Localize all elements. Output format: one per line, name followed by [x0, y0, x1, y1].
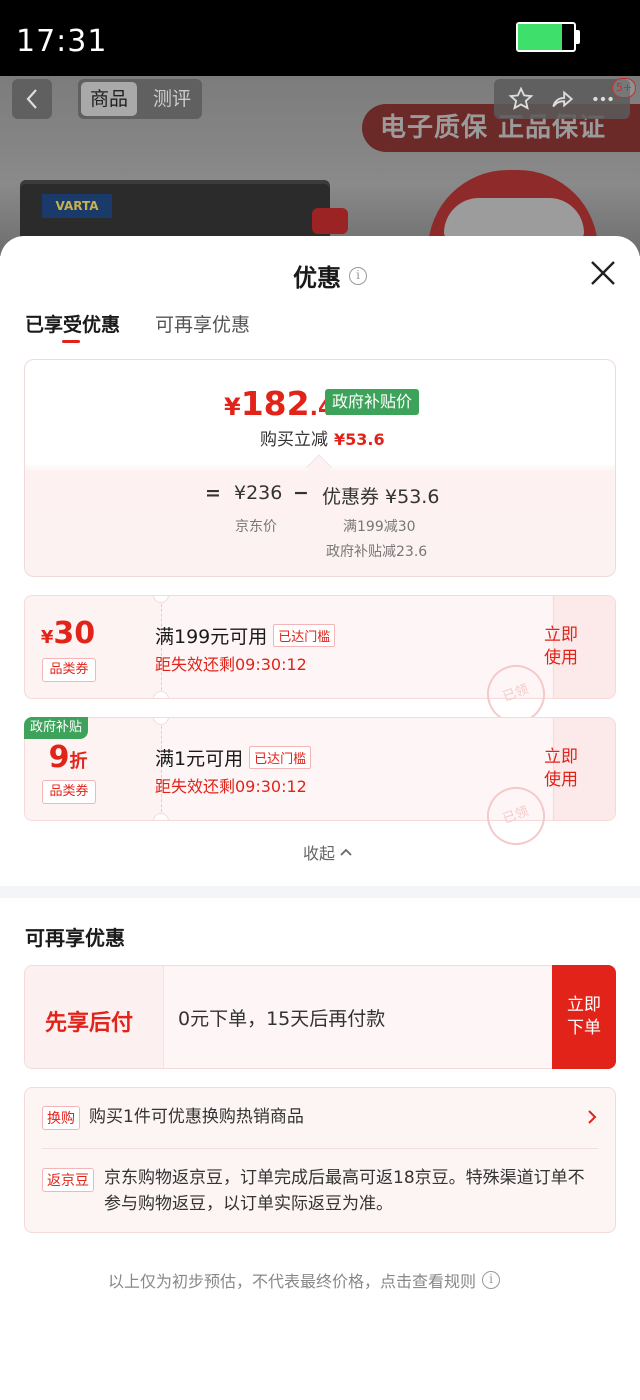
coupon-condition: 满199元可用 已达门槛: [155, 622, 336, 649]
back-button[interactable]: [12, 79, 52, 119]
tab-enjoyed[interactable]: 已享受优惠: [25, 310, 120, 337]
section-divider: [0, 886, 640, 898]
chevron-right-icon[interactable]: [586, 1107, 598, 1127]
top-actions: [494, 79, 630, 119]
swap-text[interactable]: 购买1件可优惠换购热销商品: [89, 1104, 304, 1130]
collapse-button[interactable]: 收起: [303, 840, 353, 864]
coupon-type: 品类券: [42, 658, 96, 682]
info-icon[interactable]: i: [349, 266, 367, 285]
instant-save-line: 购买立减 ¥53.6: [260, 430, 385, 450]
star-icon[interactable]: [508, 86, 534, 112]
equals-sign: =: [205, 482, 221, 504]
coupon-total: 优惠券 ¥53.6: [322, 486, 440, 508]
swap-tag: 换购: [42, 1106, 80, 1130]
tab-more-discounts[interactable]: 可再享优惠: [155, 310, 250, 337]
sheet-title: 优惠: [293, 264, 341, 292]
battery-terminal: [312, 208, 348, 234]
share-icon[interactable]: [549, 86, 575, 112]
order-now-button[interactable]: 立即下单: [552, 965, 616, 1069]
gov-subsidy-price-tag: 政府补贴价: [325, 389, 420, 415]
chevron-up-icon: [340, 848, 352, 856]
coupon-expire: 距失效还剩09:30:12: [155, 655, 307, 674]
paylater-desc: 0元下单，15天后再付款: [178, 1008, 386, 1030]
tab-underline: [62, 340, 80, 343]
use-now-button[interactable]: 立即使用: [543, 746, 579, 792]
tab-review[interactable]: 测评: [144, 82, 200, 116]
tab-goods[interactable]: 商品: [81, 82, 137, 116]
coupon-type: 品类券: [42, 780, 96, 804]
coupon-value: ¥30: [40, 616, 96, 651]
battery-tip: [576, 30, 580, 44]
battery-level: [518, 24, 562, 50]
section-title-more: 可再享优惠: [25, 926, 125, 950]
product-brand-label: VARTA: [42, 194, 112, 218]
coupon-detail-1: 满199减30: [343, 519, 416, 535]
card-separator: [42, 1148, 598, 1149]
footer-rules-link[interactable]: 以上仅为初步预估，不代表最终价格，点击查看规则 i: [108, 1268, 501, 1292]
use-now-button[interactable]: 立即使用: [543, 624, 579, 670]
status-time: 17:31: [16, 24, 108, 59]
coupon-detail-2: 政府补贴减23.6: [326, 544, 428, 560]
coupon-condition: 满1元可用 已达门槛: [155, 744, 312, 771]
coupon-expire: 距失效还剩09:30:12: [155, 777, 307, 796]
threshold-badge: 已达门槛: [249, 746, 312, 769]
chevron-left-icon: [26, 89, 37, 109]
threshold-badge: 已达门槛: [273, 624, 336, 647]
sheet-header: 优惠 i: [293, 258, 367, 293]
coupon-value: 9折: [48, 740, 88, 775]
close-icon[interactable]: [588, 258, 618, 288]
info-icon: i: [482, 1271, 501, 1289]
beans-text: 京东购物返京豆，订单完成后最高可返18京豆。特殊渠道订单不参与购物返豆，以订单实…: [104, 1168, 585, 1214]
paylater-title: 先享后付: [45, 1011, 134, 1036]
jd-price-label: 京东价: [235, 519, 277, 535]
jd-price: ¥236: [234, 482, 283, 504]
final-price: ¥182.4: [224, 384, 334, 423]
product-tabs: 商品 测评: [78, 79, 202, 119]
battery-icon: [516, 22, 576, 52]
message-badge: 5+: [612, 78, 636, 98]
gov-subsidy-badge: 政府补贴: [24, 717, 89, 739]
minus-sign: −: [293, 482, 309, 504]
beans-tag: 返京豆: [42, 1168, 94, 1192]
